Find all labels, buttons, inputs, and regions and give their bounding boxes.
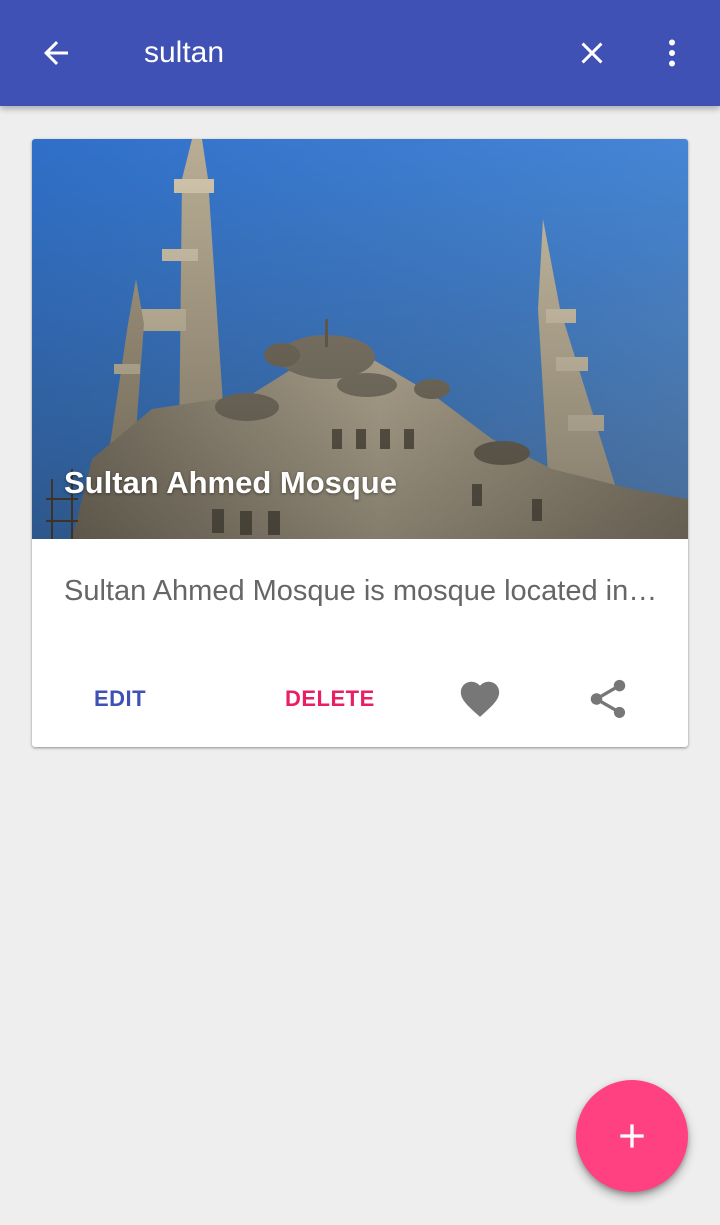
back-button[interactable] <box>22 19 90 87</box>
share-button[interactable] <box>578 669 638 729</box>
place-card[interactable]: Sultan Ahmed Mosque Sultan Ahmed Mosque … <box>32 139 688 747</box>
favorite-button[interactable] <box>450 669 510 729</box>
search-input[interactable] <box>144 30 544 76</box>
more-vert-icon <box>669 39 675 67</box>
share-icon <box>590 679 626 719</box>
heart-icon <box>460 681 500 717</box>
add-fab[interactable] <box>576 1080 688 1192</box>
edit-button[interactable]: EDIT <box>94 673 146 725</box>
arrow-back-icon <box>44 41 68 65</box>
search-toolbar <box>0 0 720 106</box>
add-icon <box>620 1124 644 1148</box>
card-title: Sultan Ahmed Mosque <box>64 465 397 500</box>
overflow-menu-button[interactable] <box>638 19 706 87</box>
card-description: Sultan Ahmed Mosque is mosque located in… <box>64 575 660 607</box>
delete-button[interactable]: DELETE <box>285 673 375 725</box>
card-image: Sultan Ahmed Mosque <box>32 139 688 539</box>
clear-search-button[interactable] <box>558 19 626 87</box>
app-screen: Sultan Ahmed Mosque Sultan Ahmed Mosque … <box>0 0 720 1225</box>
close-icon <box>581 42 603 64</box>
